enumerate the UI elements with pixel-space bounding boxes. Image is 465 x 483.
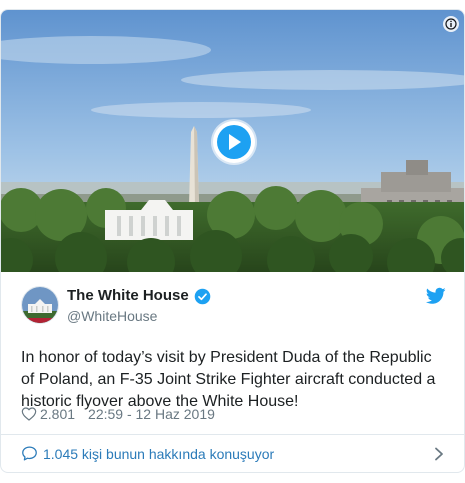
like-count[interactable]: 2.801 xyxy=(40,405,75,423)
tweet-meta: 2.801 22:59 - 12 Haz 2019 xyxy=(21,405,215,423)
tweet-header: The White House @WhiteHouse xyxy=(21,286,446,326)
avatar[interactable] xyxy=(21,286,59,324)
author-handle[interactable]: @WhiteHouse xyxy=(67,307,211,325)
embedded-tweet-card: The White House @WhiteHouse In honor of … xyxy=(0,9,465,473)
tweet-text: In honor of today’s visit by President D… xyxy=(21,349,436,410)
video-thumbnail[interactable] xyxy=(1,10,464,272)
display-name-text: The White House xyxy=(67,287,189,304)
heart-icon[interactable] xyxy=(21,406,37,422)
play-icon xyxy=(217,125,251,159)
info-icon[interactable] xyxy=(443,16,459,32)
chevron-right-icon xyxy=(435,447,443,461)
play-button[interactable] xyxy=(213,121,255,163)
verified-badge-icon xyxy=(194,288,210,304)
conversation-link[interactable]: 1.045 kişi bunun hakkında konuşuyor xyxy=(1,435,464,472)
author-names[interactable]: The White House @WhiteHouse xyxy=(67,287,211,325)
twitter-bird-icon[interactable] xyxy=(426,287,446,305)
tweet-timestamp[interactable]: 22:59 - 12 Haz 2019 xyxy=(88,405,215,423)
author-display-name[interactable]: The White House xyxy=(67,287,211,305)
conversation-link-text: 1.045 kişi bunun hakkında konuşuyor xyxy=(43,445,275,462)
speech-bubble-icon xyxy=(22,446,37,461)
